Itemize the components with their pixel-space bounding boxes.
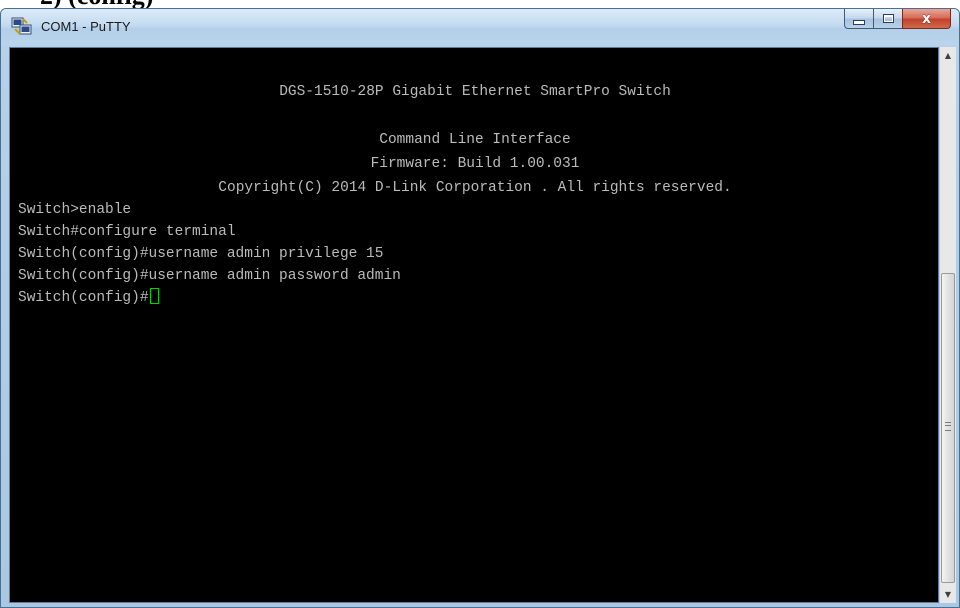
maximize-icon: [882, 14, 894, 23]
putty-window: COM1 - PuTTY x DGS-1510-28P Gigabit Ethe…: [0, 8, 960, 608]
scroll-down-arrow-icon[interactable]: ▼: [940, 586, 956, 603]
banner-line: Command Line Interface: [379, 132, 571, 148]
terminal-line: Switch(config)#username admin privilege …: [18, 246, 384, 262]
banner-line: Copyright(C) 2014 D-Link Corporation . A…: [218, 180, 732, 196]
scrollbar-thumb[interactable]: [941, 273, 955, 583]
banner-line: DGS-1510-28P Gigabit Ethernet SmartPro S…: [279, 84, 671, 100]
minimize-icon: [853, 19, 865, 25]
terminal-cursor: [149, 288, 159, 304]
terminal-line: Switch#configure terminal: [18, 224, 236, 240]
terminal-line: Switch(config)#username admin password a…: [18, 268, 401, 284]
prompt-text: Switch(config)#: [18, 290, 149, 306]
title-bar[interactable]: COM1 - PuTTY x: [1, 9, 959, 45]
putty-icon[interactable]: [11, 17, 33, 37]
close-icon: x: [921, 10, 932, 27]
maximize-button[interactable]: [873, 9, 902, 29]
header-strip: 2) (config): [0, 0, 960, 8]
prompt-line: Switch(config)#: [18, 288, 159, 309]
terminal-line: Switch>enable: [18, 202, 132, 218]
terminal-area[interactable]: DGS-1510-28P Gigabit Ethernet SmartPro S…: [9, 47, 939, 603]
banner-line: Firmware: Build 1.00.031: [370, 156, 580, 172]
window-controls: x: [844, 9, 951, 29]
window-title: COM1 - PuTTY: [41, 19, 131, 34]
close-button[interactable]: x: [902, 9, 951, 29]
vertical-scrollbar[interactable]: ▲ ▼: [939, 47, 956, 603]
scroll-up-arrow-icon[interactable]: ▲: [940, 47, 956, 64]
grip-icon: [945, 422, 951, 431]
header-strip-text: 2) (config): [40, 0, 153, 8]
minimize-button[interactable]: [844, 9, 873, 29]
